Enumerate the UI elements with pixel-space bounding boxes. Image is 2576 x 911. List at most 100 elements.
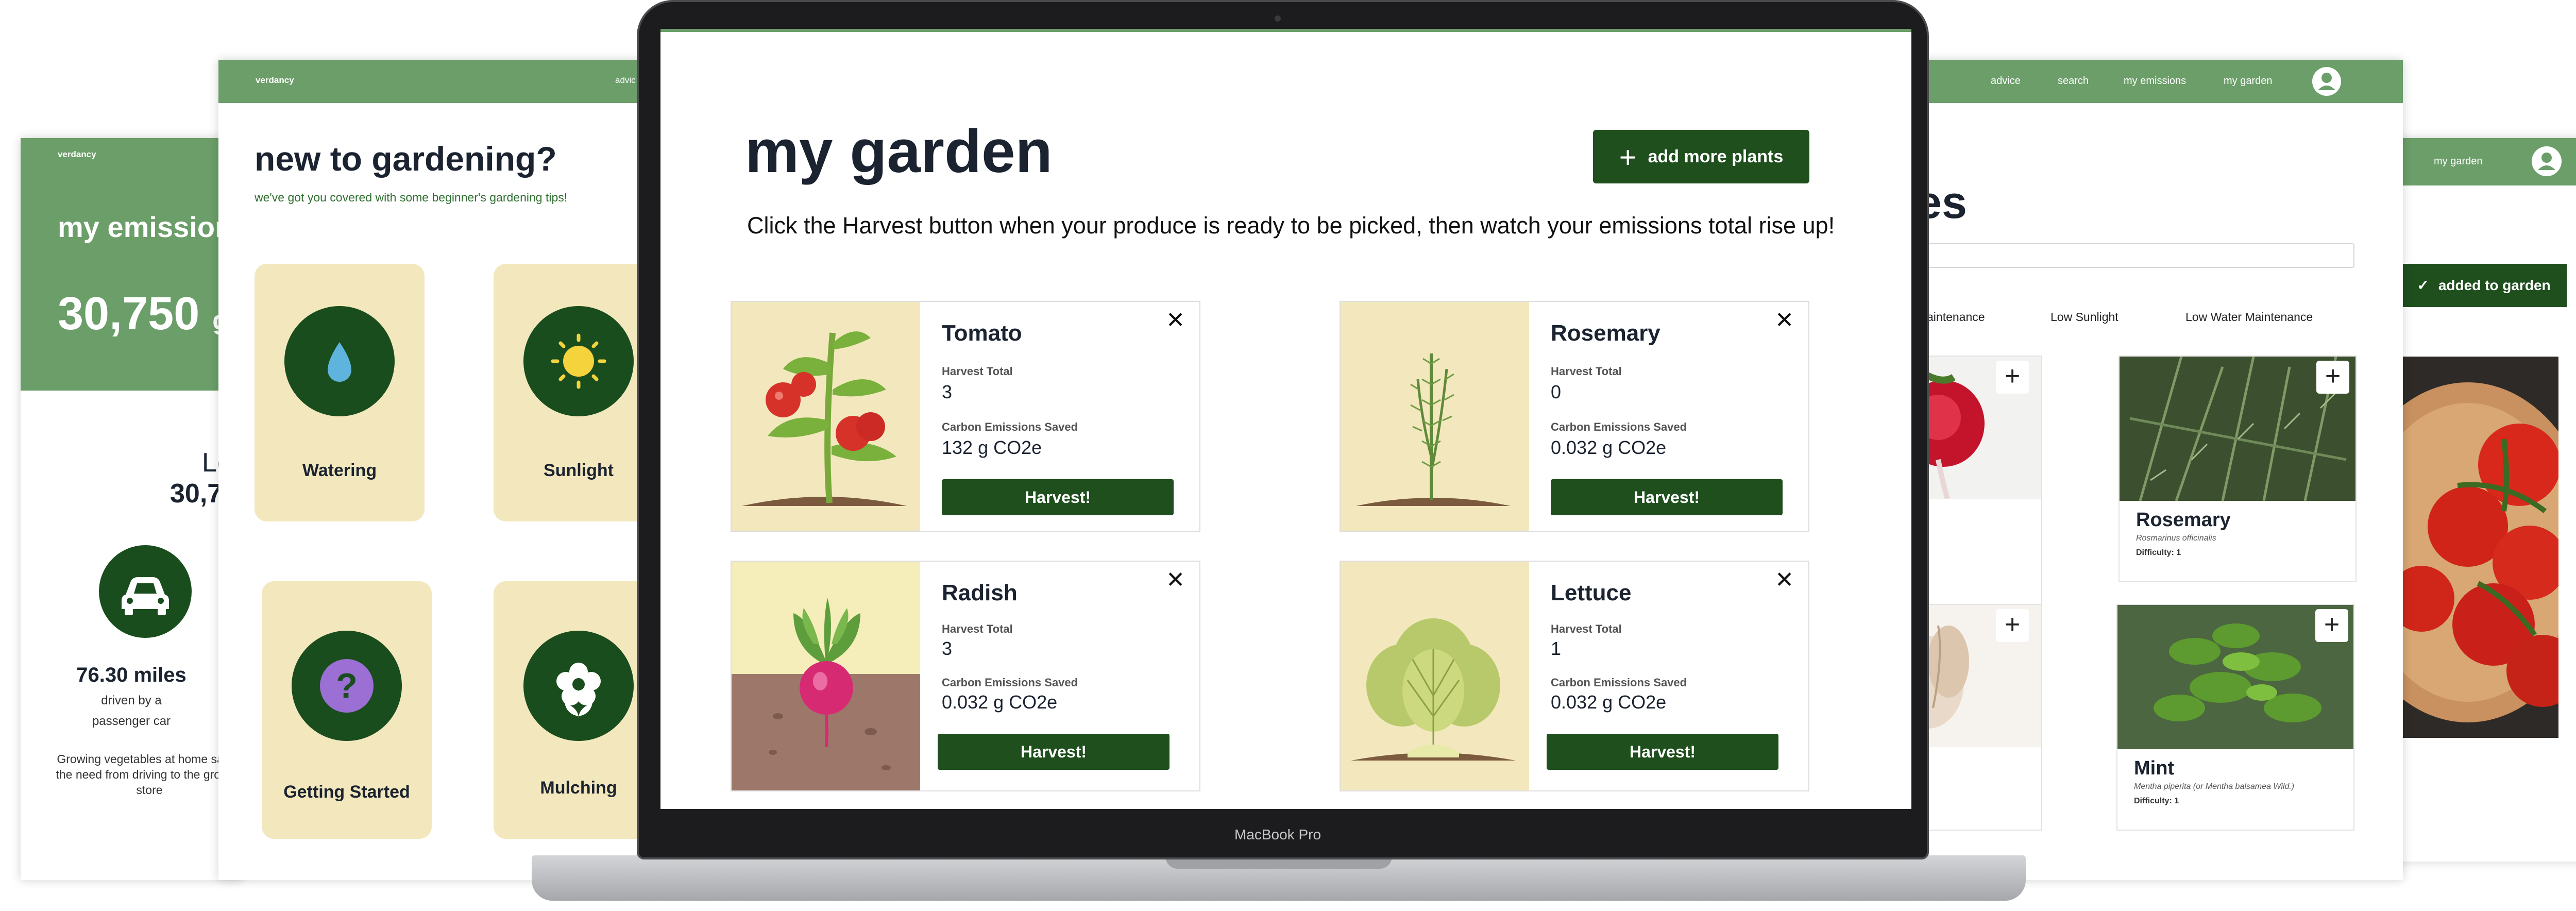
harvest-total-value: 3 <box>942 381 953 402</box>
user-avatar-icon[interactable] <box>2532 146 2562 176</box>
harvest-total-label: Harvest Total <box>1551 622 1622 635</box>
emissions-screen: verdancy my emissions 30,750 g Le 30,7 7… <box>21 138 242 880</box>
nav-link-my-garden[interactable]: my garden <box>2434 156 2483 167</box>
stat-line2: passenger car <box>92 714 171 728</box>
harvest-total-value: 0 <box>1551 381 1562 402</box>
question-icon: ? <box>292 631 402 741</box>
plant-name: Rosemary <box>1551 320 1660 346</box>
plant-name: Radish <box>942 580 1018 605</box>
garden-card-radish: Radish ✕ Harvest Total 3 Carbon Emission… <box>731 561 1200 791</box>
emissions-subtitle-line2: 30,7 <box>170 479 223 509</box>
carbon-saved-value: 0.032 g CO2e <box>942 691 1058 713</box>
carbon-saved-label: Carbon Emissions Saved <box>1551 420 1687 433</box>
screen-navbar-strip <box>660 29 1911 32</box>
add-plant-button[interactable]: + <box>2315 609 2348 642</box>
harvest-button[interactable]: Harvest! <box>938 734 1170 770</box>
laptop-screen: my garden + add more plants Click the Har… <box>660 29 1911 809</box>
stat-value: 76.30 miles <box>76 664 187 686</box>
plant-card-mint[interactable]: + Mint Mentha piperita (or Mentha balsam… <box>2116 604 2354 831</box>
user-avatar-icon[interactable] <box>2312 67 2341 96</box>
flower-icon <box>523 631 634 741</box>
harvest-total-value: 1 <box>1551 638 1562 659</box>
harvest-total-label: Harvest Total <box>1551 365 1622 378</box>
tips-title: new to gardening? <box>255 140 557 178</box>
plant-name: Tomato <box>942 320 1022 346</box>
harvest-button[interactable]: Harvest! <box>1547 734 1778 770</box>
carbon-saved-label: Carbon Emissions Saved <box>1551 676 1687 689</box>
check-icon: ✓ <box>2417 277 2429 293</box>
laptop-label: MacBook Pro <box>1234 826 1321 842</box>
brand-logo[interactable]: verdancy <box>256 75 294 86</box>
card-plant-latin: Rosmarinus officinalis <box>2136 534 2216 543</box>
emissions-header <box>21 138 242 391</box>
emissions-total: 30,750 g <box>58 288 228 341</box>
stat-line1: driven by a <box>101 694 162 707</box>
carbon-saved-value: 0.032 g CO2e <box>1551 437 1667 458</box>
laptop-camera <box>1275 15 1281 22</box>
remove-plant-button[interactable]: ✕ <box>1166 567 1185 593</box>
add-more-plants-button[interactable]: + add more plants <box>1593 130 1809 183</box>
harvest-total-label: Harvest Total <box>942 365 1013 378</box>
card-plant-name: Mint <box>2134 757 2175 779</box>
garden-card-tomato: Tomato ✕ Harvest Total 3 Carbon Emission… <box>731 301 1200 532</box>
filter-maintenance[interactable]: aintenance <box>1927 310 1985 324</box>
nav-link-search[interactable]: search <box>2058 75 2089 87</box>
tomato-illustration <box>732 302 920 531</box>
browse-screen: advice search my emissions my garden es … <box>1865 60 2403 880</box>
nav-link-my-garden[interactable]: my garden <box>2224 75 2273 87</box>
sun-icon <box>523 306 634 416</box>
tips-subtitle: we've got you covered with some beginner… <box>255 191 568 204</box>
remove-plant-button[interactable]: ✕ <box>1775 567 1794 593</box>
page-title: my garden <box>745 117 1053 185</box>
carbon-saved-label: Carbon Emissions Saved <box>942 420 1078 433</box>
radish-illustration <box>732 562 920 790</box>
emissions-title: my emissions <box>58 211 242 243</box>
lettuce-illustration <box>1341 562 1529 790</box>
add-plant-button[interactable]: + <box>1996 361 2029 394</box>
harvest-button[interactable]: Harvest! <box>1551 479 1783 515</box>
emissions-total-value: 30,750 <box>58 288 200 340</box>
nav-link-advice[interactable]: advic <box>615 75 636 86</box>
plant-detail-screen: my garden ✓ added to garden <box>2375 138 2576 862</box>
instructions-text: Click the Harvest button when your produ… <box>747 212 1835 239</box>
svg-text:?: ? <box>336 666 358 705</box>
tip-label: Watering <box>302 461 377 480</box>
filter-low-water[interactable]: Low Water Maintenance <box>2185 310 2313 324</box>
carbon-saved-value: 0.032 g CO2e <box>1551 691 1667 713</box>
tips-screen: verdancy advic new to gardening? we've g… <box>218 60 672 880</box>
harvest-button[interactable]: Harvest! <box>942 479 1174 515</box>
tomato-photo <box>2401 357 2558 738</box>
card-plant-difficulty: Difficulty: 1 <box>2134 797 2179 805</box>
tip-card-getting-started[interactable]: ? Getting Started <box>262 581 432 839</box>
brand-logo[interactable]: verdancy <box>58 149 96 160</box>
add-plant-button[interactable]: + <box>2316 361 2349 394</box>
carbon-saved-label: Carbon Emissions Saved <box>942 676 1078 689</box>
plant-name: Lettuce <box>1551 580 1632 605</box>
carbon-saved-value: 132 g CO2e <box>942 437 1042 458</box>
garden-card-lettuce: Lettuce ✕ Harvest Total 1 Carbon Emissio… <box>1340 561 1809 791</box>
added-to-garden-button[interactable]: ✓ added to garden <box>2401 264 2567 307</box>
card-plant-difficulty: Difficulty: 1 <box>2136 548 2181 557</box>
card-plant-latin: Mentha piperita (or Mentha balsamea Wild… <box>2134 782 2295 791</box>
nav-link-my-emissions[interactable]: my emissions <box>2124 75 2186 87</box>
water-drop-icon <box>284 306 395 416</box>
added-label: added to garden <box>2438 277 2551 293</box>
nav-link-advice[interactable]: advice <box>1991 75 2021 87</box>
tip-card-watering[interactable]: Watering <box>255 264 425 521</box>
add-more-plants-label: add more plants <box>1648 147 1784 166</box>
car-icon <box>99 545 192 638</box>
remove-plant-button[interactable]: ✕ <box>1775 307 1794 333</box>
plant-card-rosemary[interactable]: + Rosemary Rosmarinus officinalis Diffic… <box>2119 356 2357 582</box>
garden-card-rosemary: Rosemary ✕ Harvest Total 0 Carbon Emissi… <box>1340 301 1809 532</box>
harvest-total-label: Harvest Total <box>942 622 1013 635</box>
card-plant-name: Rosemary <box>2136 509 2231 531</box>
search-input[interactable] <box>1906 243 2354 268</box>
add-plant-button[interactable]: + <box>1996 609 2029 642</box>
plus-icon: + <box>1619 141 1637 174</box>
filter-low-sunlight[interactable]: Low Sunlight <box>2050 310 2119 324</box>
harvest-total-value: 3 <box>942 638 953 659</box>
stat-note: Growing vegetables at home saves the nee… <box>56 752 242 797</box>
rosemary-illustration <box>1341 302 1529 531</box>
remove-plant-button[interactable]: ✕ <box>1166 307 1185 333</box>
tip-label: Getting Started <box>283 782 410 802</box>
